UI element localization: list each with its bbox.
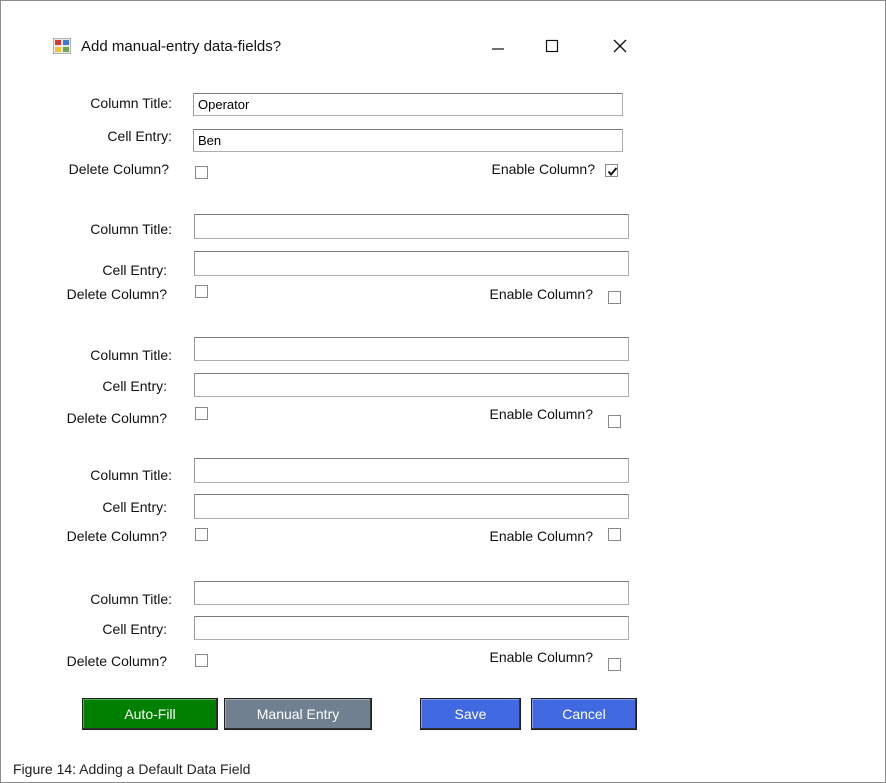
delete-column-label: Delete Column? xyxy=(66,653,167,669)
enable-column-label: Enable Column? xyxy=(489,528,593,544)
delete-column-checkbox[interactable] xyxy=(195,285,208,298)
delete-column-checkbox[interactable] xyxy=(195,407,208,420)
maximize-button[interactable] xyxy=(537,31,567,61)
enable-column-checkbox[interactable] xyxy=(608,291,621,304)
column-title-input[interactable] xyxy=(194,214,629,239)
figure-caption-text: Adding a Default Data Field xyxy=(79,761,251,777)
window-title: Add manual-entry data-fields? xyxy=(81,38,282,55)
column-title-label: Column Title: xyxy=(90,95,172,111)
enable-column-checkbox[interactable] xyxy=(608,658,621,671)
column-title-input[interactable] xyxy=(194,337,629,361)
delete-column-checkbox[interactable] xyxy=(195,166,208,179)
minimize-button[interactable] xyxy=(483,31,513,61)
figure-label: Figure 14: xyxy=(13,761,77,777)
dialog-window: Add manual-entry data-fields? Column Tit… xyxy=(0,0,886,783)
delete-column-label: Delete Column? xyxy=(66,286,167,302)
enable-column-checkbox[interactable] xyxy=(608,415,621,428)
cancel-button[interactable]: Cancel xyxy=(531,698,637,730)
enable-column-label: Enable Column? xyxy=(489,406,593,422)
delete-column-checkbox[interactable] xyxy=(195,654,208,667)
cell-entry-input[interactable] xyxy=(194,373,629,397)
cell-entry-input[interactable] xyxy=(194,494,629,519)
enable-column-checkbox[interactable] xyxy=(608,528,621,541)
delete-column-label: Delete Column? xyxy=(68,161,169,177)
auto-fill-button[interactable]: Auto-Fill xyxy=(82,698,218,730)
title-bar: Add manual-entry data-fields? xyxy=(1,1,885,91)
cell-entry-label: Cell Entry: xyxy=(102,499,167,515)
app-icon xyxy=(52,37,72,55)
column-title-label: Column Title: xyxy=(90,347,172,363)
column-title-input[interactable] xyxy=(193,93,623,116)
checkmark-icon xyxy=(607,167,618,177)
close-button[interactable] xyxy=(605,31,635,61)
figure-caption: Figure 14: Adding a Default Data Field xyxy=(13,761,250,777)
cell-entry-label: Cell Entry: xyxy=(102,621,167,637)
enable-column-checkbox[interactable] xyxy=(605,164,618,177)
manual-entry-button[interactable]: Manual Entry xyxy=(224,698,372,730)
enable-column-label: Enable Column? xyxy=(489,286,593,302)
delete-column-label: Delete Column? xyxy=(66,410,167,426)
column-title-label: Column Title: xyxy=(90,221,172,237)
cell-entry-input[interactable] xyxy=(194,251,629,276)
maximize-icon xyxy=(545,39,559,53)
column-title-label: Column Title: xyxy=(90,467,172,483)
delete-column-label: Delete Column? xyxy=(66,528,167,544)
enable-column-label: Enable Column? xyxy=(491,161,595,177)
close-icon xyxy=(613,39,627,53)
cell-entry-label: Cell Entry: xyxy=(102,262,167,278)
cell-entry-input[interactable] xyxy=(194,616,629,640)
cell-entry-input[interactable] xyxy=(193,129,623,152)
delete-column-checkbox[interactable] xyxy=(195,528,208,541)
column-title-input[interactable] xyxy=(194,458,629,483)
cell-entry-label: Cell Entry: xyxy=(107,128,172,144)
minimize-icon xyxy=(492,48,504,50)
column-title-label: Column Title: xyxy=(90,591,172,607)
column-title-input[interactable] xyxy=(194,581,629,605)
cell-entry-label: Cell Entry: xyxy=(102,378,167,394)
save-button[interactable]: Save xyxy=(420,698,521,730)
enable-column-label: Enable Column? xyxy=(489,649,593,665)
